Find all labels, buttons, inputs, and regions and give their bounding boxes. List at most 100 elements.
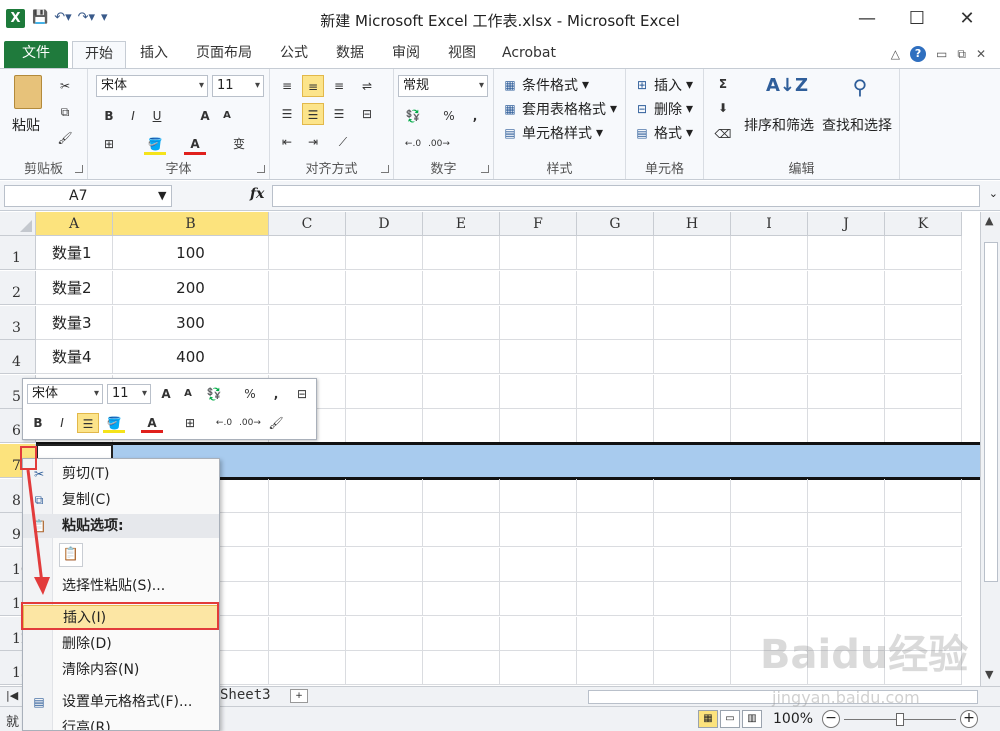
format-cells-button[interactable]: ▤ 格式 ▾: [634, 123, 693, 143]
mini-format-painter-icon[interactable]: 🖌: [265, 413, 287, 433]
cell-b3[interactable]: 300: [113, 306, 269, 340]
shrink-font-button[interactable]: A: [216, 105, 238, 127]
align-center-icon[interactable]: ☰: [302, 103, 324, 125]
cell-i1[interactable]: [731, 236, 808, 270]
cell-g13[interactable]: [577, 651, 654, 685]
align-left-icon[interactable]: ☰: [276, 103, 298, 125]
cell-f3[interactable]: [500, 306, 577, 340]
select-all-button[interactable]: [0, 212, 36, 236]
insert-cells-button[interactable]: ⊞ 插入 ▾: [634, 75, 693, 95]
mini-borders-icon[interactable]: ⊞: [179, 413, 201, 433]
window-restore-icon[interactable]: ⧉: [957, 47, 966, 62]
cell-d2[interactable]: [346, 271, 423, 305]
sort-filter-button[interactable]: 排序和筛选: [744, 115, 814, 135]
cell-g3[interactable]: [577, 306, 654, 340]
cell-h9[interactable]: [654, 513, 731, 547]
cell-d5[interactable]: [346, 375, 423, 409]
underline-button[interactable]: U: [146, 105, 168, 127]
cell-g9[interactable]: [577, 513, 654, 547]
cell-e12[interactable]: [423, 617, 500, 651]
mini-font-color-icon[interactable]: A: [141, 413, 163, 433]
insert-sheet-icon[interactable]: +: [290, 689, 308, 703]
cell-h5[interactable]: [654, 375, 731, 409]
column-header-e[interactable]: E: [423, 212, 500, 236]
row-header-2[interactable]: 2: [0, 271, 36, 305]
fill-color-icon[interactable]: 🪣: [144, 133, 166, 155]
cell-h11[interactable]: [654, 582, 731, 616]
menu-clear-contents[interactable]: 清除内容(N): [23, 658, 219, 682]
cell-g5[interactable]: [577, 375, 654, 409]
cell-f4[interactable]: [500, 340, 577, 374]
cell-i11[interactable]: [731, 582, 808, 616]
column-header-b[interactable]: B: [113, 212, 269, 236]
cell-h2[interactable]: [654, 271, 731, 305]
cell-h10[interactable]: [654, 548, 731, 582]
cell-h8[interactable]: [654, 479, 731, 513]
align-bottom-icon[interactable]: ≡: [328, 75, 350, 97]
mini-shrink-font-icon[interactable]: A: [177, 384, 199, 404]
cell-f10[interactable]: [500, 548, 577, 582]
row-header-1[interactable]: 1: [0, 236, 36, 270]
cell-c1[interactable]: [269, 236, 346, 270]
cell-e8[interactable]: [423, 479, 500, 513]
normal-view-icon[interactable]: ▦: [698, 710, 718, 728]
cell-j1[interactable]: [808, 236, 885, 270]
cell-c11[interactable]: [269, 582, 346, 616]
zoom-slider-knob[interactable]: [896, 713, 904, 726]
cell-i5[interactable]: [731, 375, 808, 409]
cell-c12[interactable]: [269, 617, 346, 651]
cell-k8[interactable]: [885, 479, 962, 513]
cell-a2[interactable]: 数量2: [36, 271, 113, 305]
cell-g10[interactable]: [577, 548, 654, 582]
find-select-button[interactable]: 查找和选择: [822, 115, 892, 135]
column-header-k[interactable]: K: [885, 212, 962, 236]
paste-button[interactable]: 粘贴: [12, 115, 40, 135]
cell-g1[interactable]: [577, 236, 654, 270]
help-icon[interactable]: ?: [910, 46, 927, 62]
italic-button[interactable]: I: [122, 105, 144, 127]
menu-row-height[interactable]: 行高(R)...: [23, 716, 219, 730]
cut-icon[interactable]: ✂: [54, 75, 76, 97]
cell-j2[interactable]: [808, 271, 885, 305]
mini-center-icon[interactable]: ☰: [77, 413, 99, 433]
column-header-a[interactable]: A: [36, 212, 113, 236]
cell-b1[interactable]: 100: [113, 236, 269, 270]
mini-font-size-combo[interactable]: 11: [107, 384, 151, 404]
column-header-g[interactable]: G: [577, 212, 654, 236]
number-launcher-icon[interactable]: [481, 165, 489, 173]
mini-italic-button[interactable]: I: [51, 413, 73, 433]
mini-percent-button[interactable]: %: [239, 384, 261, 404]
cell-h13[interactable]: [654, 651, 731, 685]
formula-input[interactable]: [272, 185, 980, 207]
cell-e13[interactable]: [423, 651, 500, 685]
cell-c3[interactable]: [269, 306, 346, 340]
cell-e6[interactable]: [423, 409, 500, 443]
cell-f2[interactable]: [500, 271, 577, 305]
percent-button[interactable]: %: [438, 105, 460, 127]
cell-h6[interactable]: [654, 409, 731, 443]
cell-e1[interactable]: [423, 236, 500, 270]
cell-b4[interactable]: 400: [113, 340, 269, 374]
number-format-combo[interactable]: 常规: [398, 75, 488, 97]
paste-option-icon[interactable]: 📋: [59, 543, 83, 567]
cell-d3[interactable]: [346, 306, 423, 340]
cell-e11[interactable]: [423, 582, 500, 616]
cell-d10[interactable]: [346, 548, 423, 582]
cell-e10[interactable]: [423, 548, 500, 582]
cell-d11[interactable]: [346, 582, 423, 616]
cell-j10[interactable]: [808, 548, 885, 582]
cell-a1[interactable]: 数量1: [36, 236, 113, 270]
column-header-d[interactable]: D: [346, 212, 423, 236]
cell-g4[interactable]: [577, 340, 654, 374]
zoom-level[interactable]: 100%: [773, 711, 813, 727]
scroll-up-icon[interactable]: ▲: [985, 214, 993, 227]
cell-d6[interactable]: [346, 409, 423, 443]
cell-k4[interactable]: [885, 340, 962, 374]
fill-icon[interactable]: ⬇: [712, 97, 734, 119]
collapse-ribbon-icon[interactable]: △: [891, 47, 900, 61]
cell-h3[interactable]: [654, 306, 731, 340]
cell-j5[interactable]: [808, 375, 885, 409]
clipboard-launcher-icon[interactable]: [75, 165, 83, 173]
cell-c8[interactable]: [269, 479, 346, 513]
cell-j9[interactable]: [808, 513, 885, 547]
